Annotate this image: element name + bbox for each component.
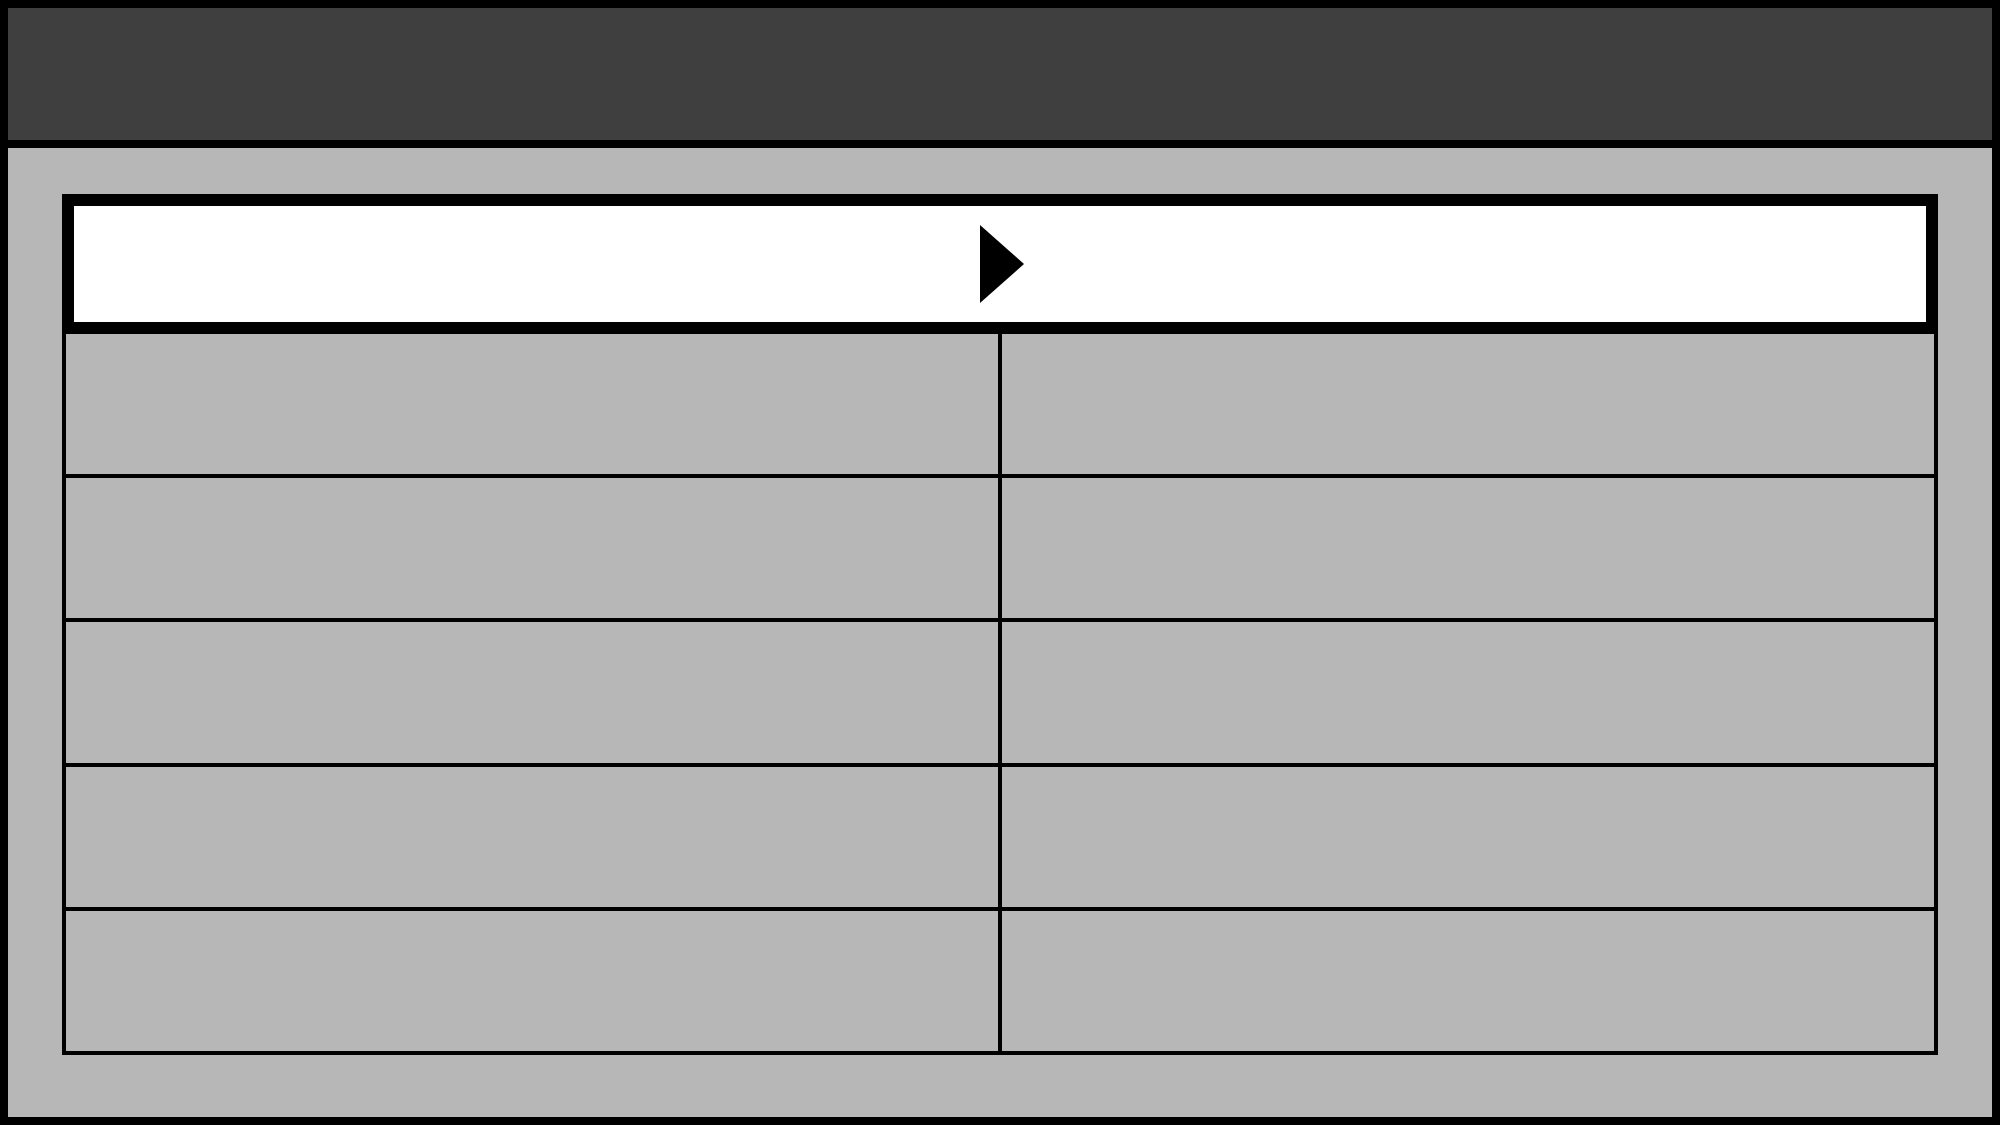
top-toolbar [8, 8, 1992, 148]
grid-cell[interactable] [1002, 334, 1934, 474]
play-icon [972, 225, 1028, 303]
grid [62, 334, 1938, 1055]
grid-cell[interactable] [66, 622, 998, 762]
grid-cell[interactable] [66, 767, 998, 907]
grid-cell[interactable] [1002, 478, 1934, 618]
grid-cell[interactable] [1002, 622, 1934, 762]
content-area [8, 148, 1992, 1117]
grid-cell[interactable] [66, 334, 998, 474]
play-panel [62, 194, 1938, 334]
grid-cell[interactable] [1002, 767, 1934, 907]
app-frame [0, 0, 2000, 1125]
grid-cell[interactable] [1002, 911, 1934, 1051]
grid-cell[interactable] [66, 911, 998, 1051]
grid-cell[interactable] [66, 478, 998, 618]
play-button[interactable] [74, 206, 1926, 322]
